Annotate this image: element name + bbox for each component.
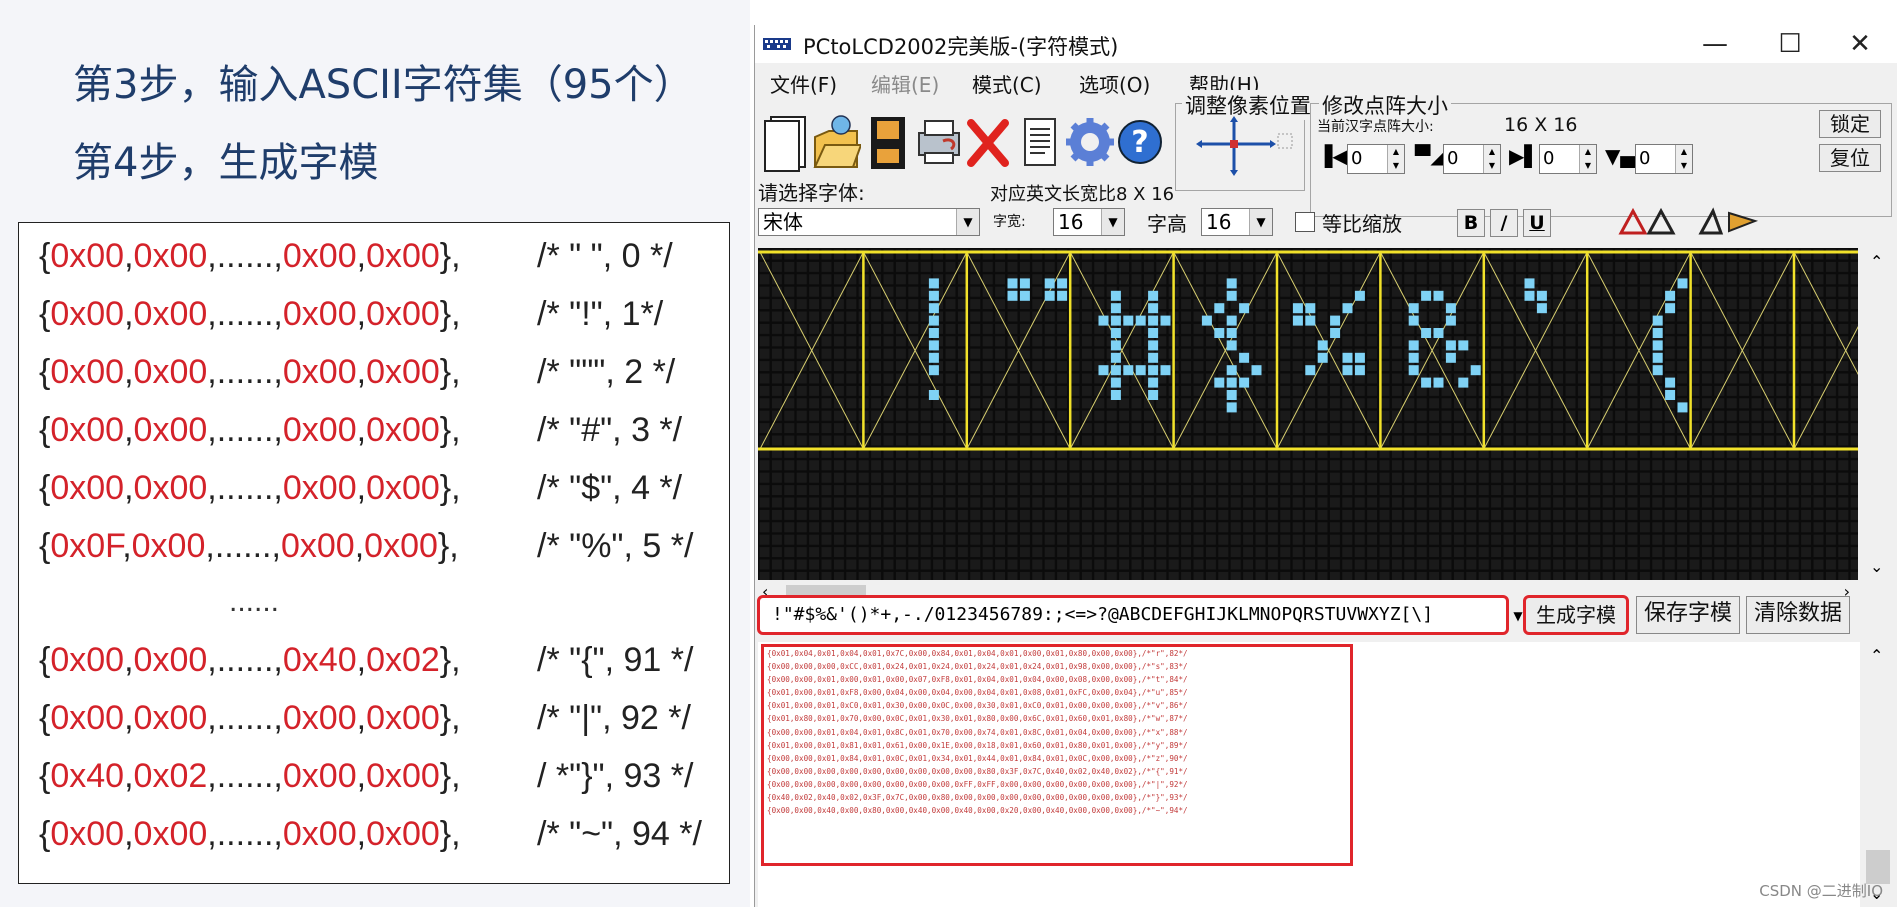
code-row: {0x00,0x00,......,0x00,0x00},/* """, 2 *… xyxy=(39,353,676,391)
italic-button[interactable]: / xyxy=(1490,209,1518,237)
csdn-watermark: CSDN @二进制IO xyxy=(1759,882,1883,900)
notepad-icon[interactable] xyxy=(1015,111,1065,173)
code-row: {0x00,0x00,......,0x00,0x00},/* "#", 3 *… xyxy=(39,411,683,449)
output-line: {0x00,0x00,0x01,0x84,0x01,0x0C,0x01,0x34… xyxy=(767,753,1188,763)
output-line: {0x01,0x00,0x01,0xF8,0x00,0x04,0x00,0x04… xyxy=(767,688,1188,698)
code-example-box: {0x00,0x00,......,0x00,0x00},/* " ", 0 *… xyxy=(18,222,730,884)
code-row: {0x00,0x00,......,0x00,0x00},/* " ", 0 *… xyxy=(39,237,673,275)
reset-button[interactable]: 复位 xyxy=(1819,144,1881,172)
char-width-label: 字宽: xyxy=(993,214,1026,230)
save-font-button[interactable]: 保存字模 xyxy=(1636,596,1740,634)
lock-button[interactable]: 锁定 xyxy=(1819,110,1881,138)
minimize-button[interactable]: — xyxy=(1680,25,1750,63)
pctolcd-window: PCtoLCD2002完美版-(字符模式) — ☐ ✕ 文件(F) 编辑(E) … xyxy=(754,25,1897,907)
top-edge-icon: ▀◢ xyxy=(1415,144,1446,168)
dot-matrix-preview[interactable] xyxy=(758,248,1858,580)
menu-file[interactable]: 文件(F) xyxy=(770,69,837,98)
rotate-icon[interactable] xyxy=(1615,205,1679,239)
title-bar: PCtoLCD2002完美版-(字符模式) — ☐ ✕ xyxy=(755,25,1897,63)
svg-text:?: ? xyxy=(1131,125,1148,160)
code-ellipsis: ...... xyxy=(229,585,280,618)
output-line: {0x00,0x00,0x00,0x00,0x00,0x00,0x00,0x00… xyxy=(767,779,1188,789)
menu-options[interactable]: 选项(O) xyxy=(1079,69,1150,98)
proportional-checkbox[interactable] xyxy=(1295,212,1315,232)
code-row: {0x40,0x02,......,0x00,0x00}, / *"}", 93 … xyxy=(39,757,694,795)
step4-heading: 第4步，生成字模 xyxy=(73,140,379,186)
maximize-button[interactable]: ☐ xyxy=(1755,25,1825,63)
help-question-icon[interactable]: ? xyxy=(1115,111,1165,173)
settings-gear-icon[interactable] xyxy=(1065,111,1115,173)
mirror-icon[interactable] xyxy=(1695,205,1761,239)
current-size-label: 当前汉字点阵大小: xyxy=(1317,119,1434,135)
character-input[interactable]: !"#$%&'()*+,-./0123456789:;<=>?@ABCDEFGH… xyxy=(757,595,1509,635)
output-line: {0x00,0x00,0x00,0x00,0x00,0x00,0x00,0x00… xyxy=(767,766,1188,776)
code-row: {0x00,0x00,......,0x40,0x02},/* "{", 91 … xyxy=(39,641,694,679)
output-line: {0x01,0x00,0x01,0x81,0x01,0x61,0x00,0x1E… xyxy=(767,740,1188,750)
right-edge-icon: ▶▌ xyxy=(1509,144,1540,168)
code-row: {0x00,0x00,......,0x00,0x00},/* "|", 92 … xyxy=(39,699,691,737)
output-line: {0x01,0x80,0x01,0x70,0x00,0x0C,0x01,0x30… xyxy=(767,714,1188,724)
char-height-select[interactable]: 16 ▼ xyxy=(1201,208,1273,236)
font-select-label: 请选择字体: xyxy=(758,181,865,205)
delete-x-icon[interactable] xyxy=(963,111,1013,173)
left-spinner[interactable]: 0 ▲ ▼ xyxy=(1347,144,1405,174)
char-height-label: 字高 xyxy=(1147,212,1187,236)
generate-font-button[interactable]: 生成字模 xyxy=(1523,595,1629,635)
clear-data-button[interactable]: 清除数据 xyxy=(1746,596,1850,634)
ratio-label: 对应英文长宽比8 X 16 xyxy=(990,184,1175,205)
new-file-icon[interactable] xyxy=(761,111,811,173)
code-row: {0x00,0x00,......,0x00,0x00},/* "!", 1*/ xyxy=(39,295,664,333)
output-vertical-scrollbar[interactable]: ⌃ ⌄ xyxy=(1860,642,1896,907)
code-row: {0x00,0x00,......,0x00,0x00},/* "~", 94 … xyxy=(39,815,702,853)
output-line: {0x01,0x04,0x01,0x04,0x01,0x7C,0x00,0x84… xyxy=(767,649,1188,658)
output-line: {0x01,0x00,0x01,0xC0,0x01,0x30,0x00,0x0C… xyxy=(767,701,1188,711)
output-line: {0x00,0x00,0x00,0xCC,0x01,0x24,0x01,0x24… xyxy=(767,662,1188,672)
code-row: {0x00,0x00,......,0x00,0x00},/* "$", 4 *… xyxy=(39,469,683,507)
output-textarea[interactable]: {0x01,0x04,0x01,0x04,0x01,0x7C,0x00,0x84… xyxy=(758,642,1868,907)
window-title: PCtoLCD2002完美版-(字符模式) xyxy=(803,35,1119,59)
font-family-select[interactable]: 宋体 ▼ xyxy=(758,208,980,236)
current-size-value: 16 X 16 xyxy=(1504,114,1578,136)
proportional-label: 等比缩放 xyxy=(1322,212,1402,236)
matrix-size-group: 修改点阵大小 当前汉字点阵大小: 16 X 16 锁定 复位 ▐◀ 0 ▲ ▼ ▀◢… xyxy=(1310,90,1892,217)
top-spinner[interactable]: 0 ▲ ▼ xyxy=(1443,144,1501,174)
step3-heading: 第3步，输入ASCII字符集（95个） xyxy=(73,62,694,108)
menu-edit[interactable]: 编辑(E) xyxy=(871,69,939,98)
preview-vertical-scrollbar[interactable]: ⌃ ⌄ xyxy=(1860,248,1896,580)
pixel-adjust-group: 调整像素位置 xyxy=(1175,90,1314,191)
char-width-select[interactable]: 16 ▼ xyxy=(1053,208,1125,236)
bottom-edge-icon: ▼▄ xyxy=(1605,144,1636,168)
pixel-move-arrows-icon[interactable] xyxy=(1186,114,1296,180)
open-folder-icon[interactable] xyxy=(811,111,861,173)
right-spinner[interactable]: 0 ▲ ▼ xyxy=(1539,144,1597,174)
save-disk-icon[interactable] xyxy=(863,111,913,173)
output-line: {0x00,0x00,0x01,0x04,0x01,0x8C,0x01,0x70… xyxy=(767,727,1188,737)
output-line: {0x40,0x02,0x40,0x02,0x3F,0x7C,0x00,0x80… xyxy=(767,793,1188,803)
close-button[interactable]: ✕ xyxy=(1825,25,1895,63)
left-edge-icon: ▐◀ xyxy=(1317,144,1348,168)
bold-button[interactable]: B xyxy=(1457,209,1485,237)
printer-icon[interactable] xyxy=(913,111,963,173)
output-highlight-box: {0x01,0x04,0x01,0x04,0x01,0x7C,0x00,0x84… xyxy=(761,644,1353,866)
underline-button[interactable]: U xyxy=(1523,209,1551,237)
app-logo-icon xyxy=(763,38,791,50)
code-row: {0x0F,0x00,......,0x00,0x00},/* "%", 5 *… xyxy=(39,527,694,565)
bottom-spinner[interactable]: 0 ▲ ▼ xyxy=(1635,144,1693,174)
output-line: {0x00,0x00,0x40,0x00,0x80,0x00,0x40,0x00… xyxy=(767,806,1188,816)
output-line: {0x00,0x00,0x01,0x00,0x01,0x00,0x07,0xF8… xyxy=(767,675,1188,685)
menu-mode[interactable]: 模式(C) xyxy=(972,69,1042,98)
